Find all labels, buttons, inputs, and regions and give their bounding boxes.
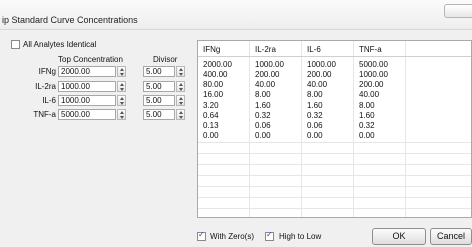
top-concentration-il6-stepper[interactable] [117, 95, 126, 106]
divisor-tnfa-stepper[interactable] [176, 109, 185, 120]
top-concentration-il2ra-stepper[interactable] [117, 81, 126, 92]
all-analytes-identical-label: All Analytes Identical [23, 40, 97, 49]
all-analytes-identical-checkbox[interactable] [11, 40, 20, 49]
grid-row-line [198, 164, 471, 165]
top-concentration-il6-input[interactable]: 1000.00 [58, 95, 116, 106]
grid-row-line [198, 208, 471, 209]
divisor-il6-input[interactable]: 5.00 [143, 95, 175, 106]
top-concentration-ifng-stepper[interactable] [117, 66, 126, 77]
grid-cell[interactable]: 0.00 [304, 130, 323, 141]
ok-button[interactable]: OK [372, 228, 426, 245]
grid-cell[interactable]: 0.00 [356, 130, 375, 141]
grid-column-divider [405, 41, 406, 217]
divisor-header: Divisor [153, 55, 178, 64]
analyte-label-il6: IL-6 [42, 96, 56, 105]
divisor-ifng-input[interactable]: 5.00 [143, 66, 175, 77]
high-to-low-checkbox[interactable] [265, 230, 274, 241]
grid-cell[interactable]: 16.00 [200, 89, 223, 100]
grid-cell[interactable]: 8.00 [304, 89, 323, 100]
grid-cell[interactable]: 40.00 [356, 89, 379, 100]
grid-header-cell[interactable]: TNF-a [356, 44, 382, 55]
grid-row-line [198, 186, 471, 187]
grid-cell[interactable]: 8.00 [252, 89, 271, 100]
grid-column-divider [249, 41, 250, 217]
concentration-grid[interactable]: IFNg IL-2ra IL-6 TNF-a 2000.00 1000.00 1… [197, 40, 472, 218]
grid-column-divider [301, 41, 302, 217]
top-concentration-tnfa-input[interactable]: 5000.00 [58, 109, 116, 120]
cancel-button[interactable]: Cancel [430, 228, 472, 245]
title-bar: ip Standard Curve Concentrations [0, 0, 472, 30]
grid-header-cell[interactable]: IFNg [200, 44, 220, 55]
analyte-label-tnfa: TNF-a [33, 110, 56, 119]
grid-header-cell[interactable]: IL-6 [304, 44, 321, 55]
divisor-tnfa-input[interactable]: 5.00 [143, 109, 175, 120]
analyte-label-ifng: IFNg [38, 67, 56, 76]
top-concentration-header: Top Concentration [58, 55, 123, 64]
close-button[interactable] [444, 4, 472, 18]
top-concentration-il2ra-input[interactable]: 1000.00 [58, 81, 116, 92]
divisor-ifng-stepper[interactable] [176, 66, 185, 77]
grid-row-line [198, 142, 471, 143]
top-concentration-tnfa-stepper[interactable] [117, 109, 126, 120]
high-to-low-label: High to Low [279, 232, 322, 241]
grid-row-line [198, 153, 471, 154]
window-title: ip Standard Curve Concentrations [2, 15, 138, 25]
grid-header-divider [198, 56, 471, 57]
grid-column-divider [353, 41, 354, 217]
divisor-il2ra-input[interactable]: 5.00 [143, 81, 175, 92]
grid-cell[interactable]: 0.00 [252, 130, 271, 141]
with-zeros-checkbox[interactable] [197, 230, 206, 241]
grid-header-cell[interactable]: IL-2ra [252, 44, 276, 55]
analyte-label-il2ra: IL-2ra [35, 82, 56, 91]
with-zeros-label: With Zero(s) [210, 232, 254, 241]
divisor-il6-stepper[interactable] [176, 95, 185, 106]
top-concentration-ifng-input[interactable]: 2000.00 [58, 66, 116, 77]
grid-row-line [198, 197, 471, 198]
grid-row-line [198, 175, 471, 176]
divisor-il2ra-stepper[interactable] [176, 81, 185, 92]
grid-cell[interactable]: 0.00 [200, 130, 219, 141]
